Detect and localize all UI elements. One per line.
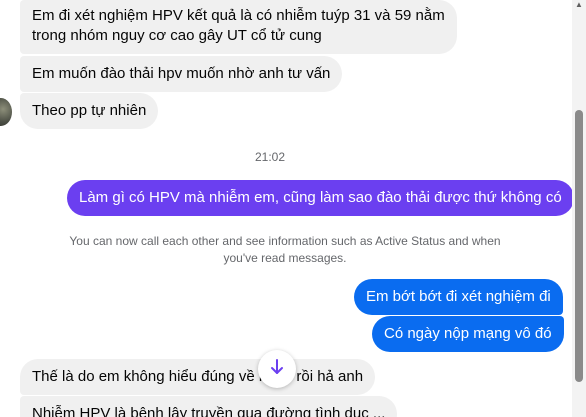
outgoing-message[interactable]: Em bớt bớt đi xét nghiệm đi bbox=[354, 279, 563, 315]
message-text: Có ngày nộp mạng vô đó bbox=[384, 325, 552, 342]
message-text: Thế là do em không hiểu đúng về bệnh rồi… bbox=[32, 368, 364, 385]
chat-thread: Em đi xét nghiệm HPV kết quả là có nhiễm… bbox=[0, 0, 586, 417]
system-notice: You can now call each other and see info… bbox=[30, 233, 540, 267]
outgoing-message[interactable]: Có ngày nộp mạng vô đó bbox=[372, 316, 564, 352]
scroll-up-arrow-icon[interactable]: ▲ bbox=[575, 0, 583, 10]
notice-line: You can now call each other and see info… bbox=[69, 234, 501, 248]
scrollbar[interactable]: ▲ bbox=[572, 0, 586, 417]
message-text-line: Em đi xét nghiệm HPV kết quả là có nhiễm… bbox=[32, 7, 445, 24]
message-text: Nhiễm HPV là bệnh lây truyền qua đường t… bbox=[32, 405, 386, 417]
scrollbar-thumb[interactable] bbox=[575, 110, 583, 382]
incoming-message[interactable]: Em đi xét nghiệm HPV kết quả là có nhiễm… bbox=[20, 0, 457, 54]
incoming-message[interactable]: Theo pp tự nhiên bbox=[20, 93, 159, 129]
message-text: Làm gì có HPV mà nhiễm em, cũng làm sao … bbox=[79, 189, 562, 206]
outgoing-message[interactable]: Làm gì có HPV mà nhiễm em, cũng làm sao … bbox=[67, 180, 574, 216]
message-timestamp: 21:02 bbox=[254, 150, 286, 164]
message-text-line: trong nhóm nguy cơ cao gây UT cổ tử cung bbox=[32, 27, 322, 44]
scroll-to-bottom-button[interactable] bbox=[258, 350, 296, 388]
incoming-message[interactable]: Thế là do em không hiểu đúng về bệnh rồi… bbox=[20, 359, 376, 395]
message-text: Em muốn đào thải hpv muốn nhờ anh tư vấn bbox=[32, 65, 331, 82]
incoming-message[interactable]: Nhiễm HPV là bệnh lây truyền qua đường t… bbox=[20, 396, 398, 417]
message-text: Em bớt bớt đi xét nghiệm đi bbox=[366, 288, 551, 305]
arrow-down-icon bbox=[269, 358, 285, 381]
incoming-message[interactable]: Em muốn đào thải hpv muốn nhờ anh tư vấn bbox=[20, 56, 343, 92]
contact-avatar[interactable] bbox=[0, 98, 12, 126]
notice-line: you've read messages. bbox=[223, 251, 347, 265]
message-text: Theo pp tự nhiên bbox=[32, 102, 147, 119]
